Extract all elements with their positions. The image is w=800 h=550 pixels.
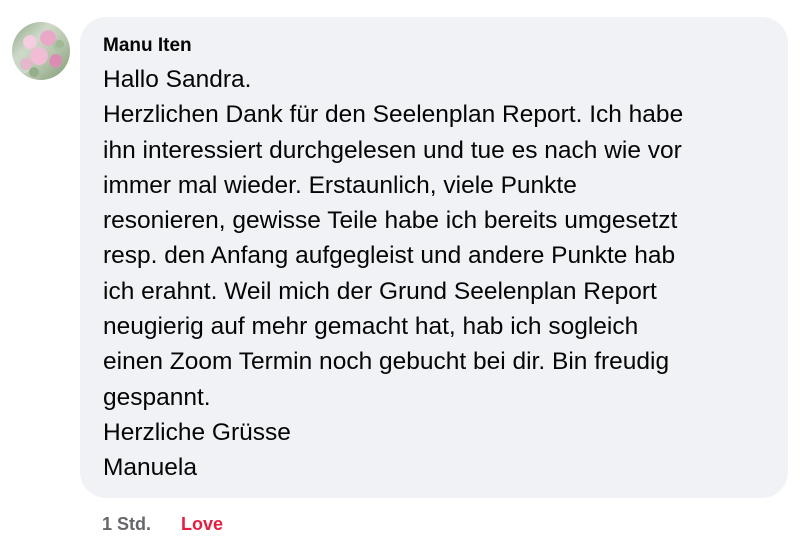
comment-author[interactable]: Manu Iten bbox=[103, 33, 192, 59]
comment-line: resonieren, gewisse Teile habe ich berei… bbox=[103, 207, 678, 235]
comment-line: ihn interessiert durchgelesen und tue es… bbox=[103, 136, 682, 164]
avatar-photo-icon bbox=[20, 30, 64, 77]
comment-line: Herzlichen Dank für den Seelenplan Repor… bbox=[103, 101, 684, 129]
comment-line: Herzliche Grüsse bbox=[103, 418, 291, 446]
comment-line: Hallo Sandra. bbox=[103, 66, 252, 93]
comment-line: gespannt. bbox=[103, 383, 211, 411]
comment-timestamp[interactable]: 1 Std. bbox=[102, 514, 151, 535]
comment: Manu Iten Hallo Sandra. Herzlichen Dank … bbox=[0, 0, 800, 550]
comment-line: resp. den Anfang aufgegleist und andere … bbox=[103, 242, 676, 270]
avatar[interactable] bbox=[12, 22, 70, 80]
love-reaction-button[interactable]: Love bbox=[181, 514, 223, 535]
comment-text: Hallo Sandra. Herzlichen Dank für den Se… bbox=[103, 62, 763, 486]
comment-line: Manuela bbox=[103, 454, 197, 482]
comment-line: ich erahnt. Weil mich der Grund Seelenpl… bbox=[103, 277, 657, 305]
comment-line: immer mal wieder. Erstaunlich, viele Pun… bbox=[103, 171, 577, 199]
comment-line: neugierig auf mehr gemacht hat, hab ich … bbox=[103, 313, 639, 341]
comment-footer: 1 Std. Love bbox=[102, 510, 223, 538]
comment-line: einen Zoom Termin noch gebucht bei dir. … bbox=[103, 348, 670, 376]
